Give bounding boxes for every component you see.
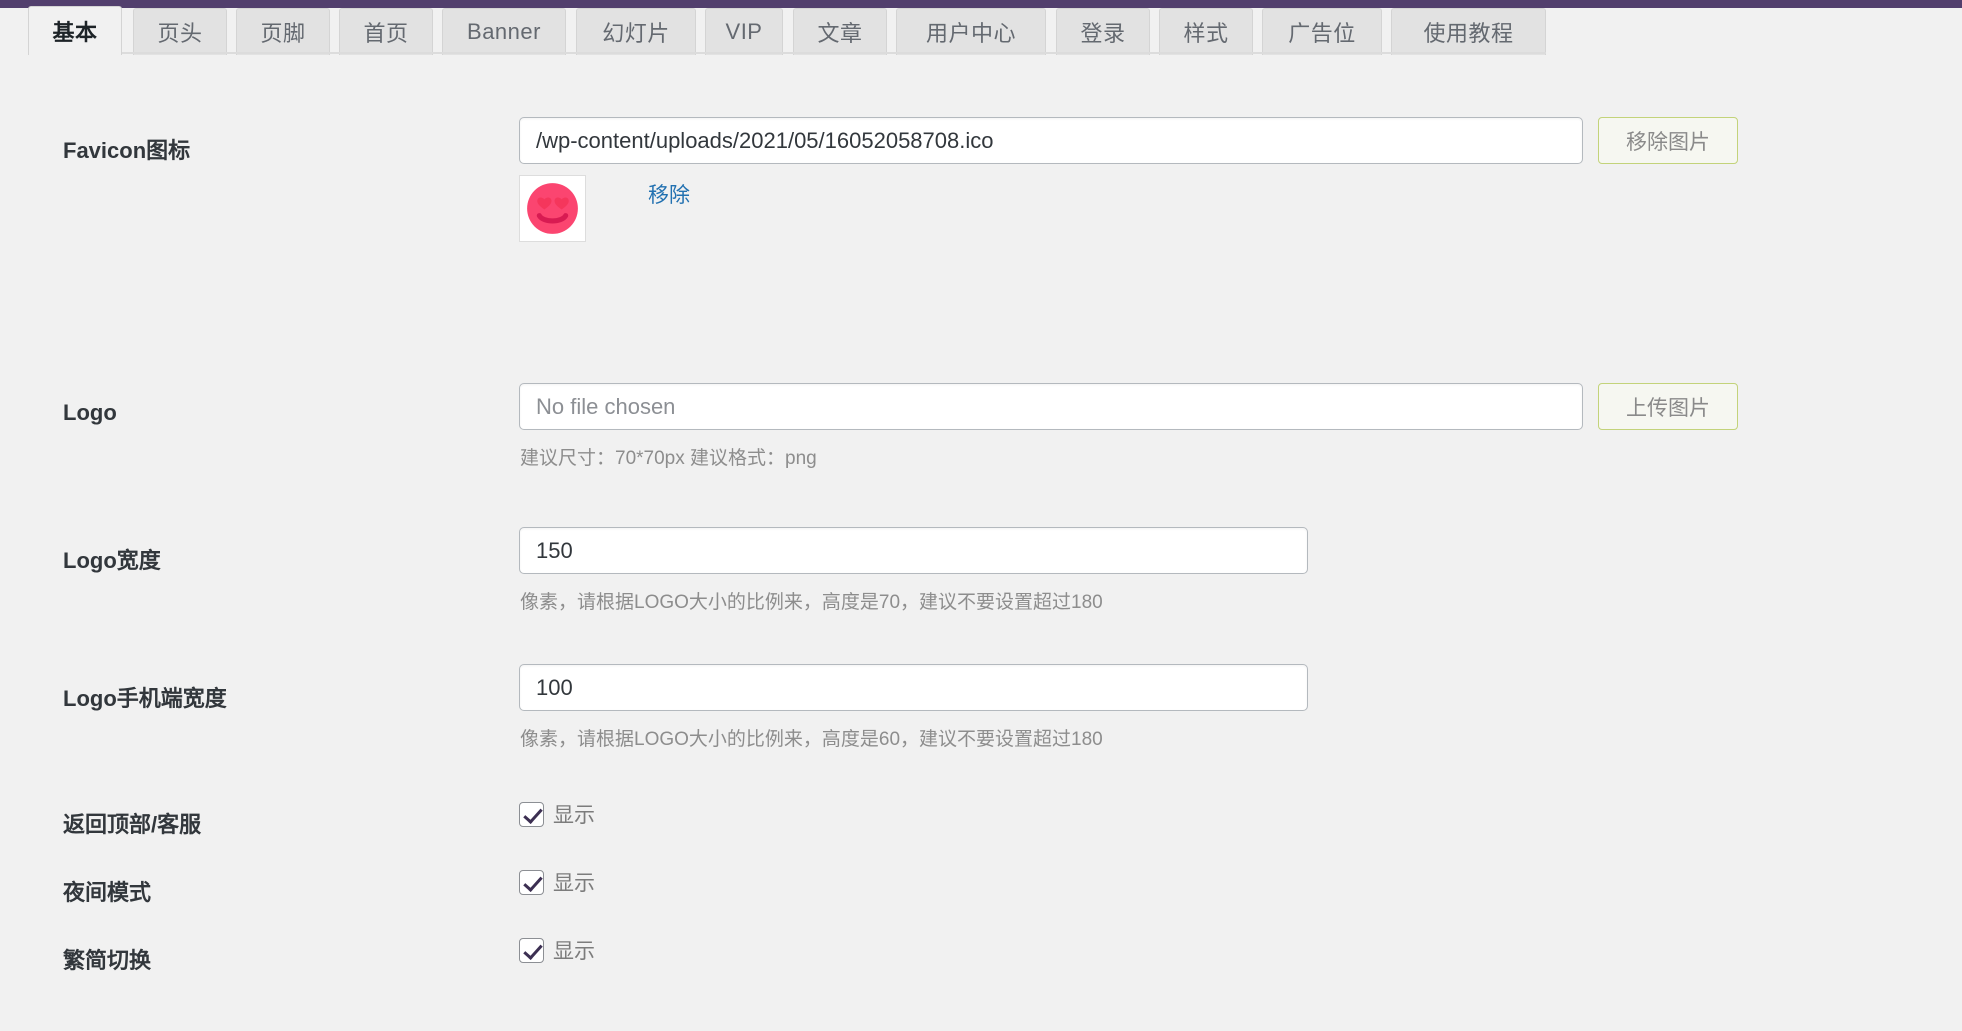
logo-width-input[interactable]: [519, 527, 1308, 574]
toggle-label: 繁简切换: [63, 943, 151, 975]
toggle-checkbox[interactable]: 显示: [519, 935, 595, 965]
tab-label: 页脚: [260, 16, 305, 48]
toggle-label: 返回顶部/客服: [63, 807, 201, 839]
favicon-label: Favicon图标: [63, 133, 190, 165]
tab-label: 幻灯片: [602, 16, 670, 48]
tab-label: VIP: [726, 19, 763, 45]
toggle-checkbox[interactable]: 显示: [519, 799, 595, 829]
tab-1[interactable]: 页头: [133, 8, 227, 55]
tab-label: 用户中心: [926, 16, 1016, 48]
checkbox-icon[interactable]: [519, 870, 544, 895]
wp-admin-bar: [0, 0, 1962, 8]
checkbox-icon[interactable]: [519, 938, 544, 963]
favicon-remove-link[interactable]: 移除: [648, 179, 690, 209]
smiley-heart-eyes-icon: [520, 176, 585, 241]
tab-3[interactable]: 首页: [339, 8, 433, 55]
tab-label: 样式: [1183, 16, 1228, 48]
tab-label: 登录: [1080, 16, 1125, 48]
toggle-label: 夜间模式: [63, 875, 151, 907]
favicon-path-input[interactable]: [519, 117, 1583, 164]
tab-label: 基本: [52, 15, 97, 47]
tab-label: Banner: [467, 19, 541, 45]
tab-label: 使用教程: [1423, 16, 1513, 48]
checkbox-label: 显示: [553, 867, 595, 897]
logo-label: Logo: [63, 400, 117, 426]
tab-2[interactable]: 页脚: [236, 8, 330, 55]
logo-mobile-width-hint: 像素，请根据LOGO大小的比例来，高度是60，建议不要设置超过180: [520, 724, 1103, 751]
checkbox-label: 显示: [553, 935, 595, 965]
logo-width-hint: 像素，请根据LOGO大小的比例来，高度是70，建议不要设置超过180: [520, 587, 1103, 614]
tab-12[interactable]: 使用教程: [1391, 8, 1546, 55]
logo-upload-button[interactable]: 上传图片: [1598, 383, 1738, 430]
logo-file-input[interactable]: [519, 383, 1583, 430]
tab-label: 广告位: [1288, 16, 1356, 48]
tab-6[interactable]: VIP: [705, 8, 783, 55]
toggle-checkbox[interactable]: 显示: [519, 867, 595, 897]
tab-0[interactable]: 基本: [28, 6, 122, 55]
tab-8[interactable]: 用户中心: [896, 8, 1046, 55]
tab-label: 文章: [817, 16, 862, 48]
settings-tab-bar: 基本 页头 页脚 首页 Banner 幻灯片 VIP 文章 用户中心 登录 样式 广告位 使用教程: [0, 8, 1962, 55]
favicon-remove-image-button[interactable]: 移除图片: [1598, 117, 1738, 164]
logo-mobile-width-input[interactable]: [519, 664, 1308, 711]
tab-label: 页头: [157, 16, 202, 48]
logo-mobile-width-label: Logo手机端宽度: [63, 681, 227, 713]
logo-hint: 建议尺寸：70*70px 建议格式：png: [520, 443, 817, 470]
tab-7[interactable]: 文章: [793, 8, 887, 55]
logo-width-label: Logo宽度: [63, 543, 161, 575]
favicon-thumbnail: [519, 175, 586, 242]
checkbox-icon[interactable]: [519, 802, 544, 827]
tab-5[interactable]: 幻灯片: [576, 8, 696, 55]
tab-strip-underline: [28, 52, 1546, 54]
tab-11[interactable]: 广告位: [1262, 8, 1382, 55]
tab-4[interactable]: Banner: [442, 8, 566, 55]
checkbox-label: 显示: [553, 799, 595, 829]
tab-9[interactable]: 登录: [1056, 8, 1150, 55]
tab-label: 首页: [363, 16, 408, 48]
tab-10[interactable]: 样式: [1159, 8, 1253, 55]
